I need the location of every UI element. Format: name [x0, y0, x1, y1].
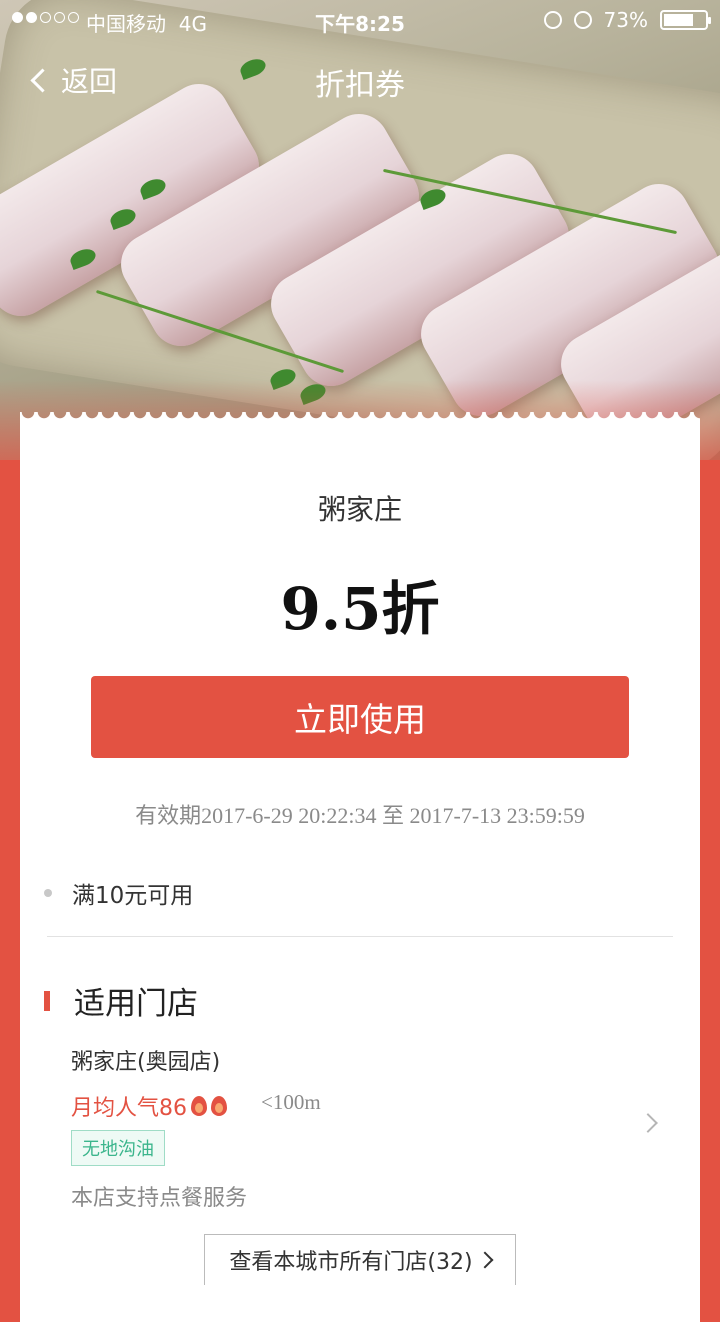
divider — [47, 936, 673, 937]
view-all-label: 查看本城市所有门店(32) — [229, 1250, 473, 1275]
coupon-card: 粥家庄 9.5折 立即使用 有效期2017-6-29 20:22:34 至 20… — [20, 412, 700, 1322]
discount-value: 9.5折 — [280, 575, 440, 643]
shop-name: 粥家庄 — [317, 493, 402, 526]
store-popularity: 月均人气86 — [71, 1090, 227, 1122]
flame-icon — [211, 1096, 227, 1116]
store-service: 本店支持点餐服务 — [71, 1186, 248, 1211]
flame-icon — [191, 1096, 207, 1116]
store-item[interactable]: 粥家庄(奥园店) 月均人气86 <100m 无地沟油 本店支持点餐服务 — [71, 1040, 681, 1211]
battery-fill — [664, 14, 694, 26]
chevron-right-icon — [476, 1251, 494, 1269]
section-title: 适用门店 — [44, 978, 198, 1023]
battery-icon — [660, 10, 711, 30]
rotation-lock-icon — [543, 11, 562, 29]
store-name: 粥家庄(奥园店) — [71, 1050, 221, 1075]
page-title: 折扣券 — [315, 68, 405, 103]
chevron-right-icon — [638, 1113, 658, 1133]
status-bar: 中国移动 4G 下午8:25 73% — [0, 0, 720, 40]
store-distance: <100m — [261, 1090, 321, 1114]
section-title-text: 适用门店 — [74, 986, 198, 1022]
bullet-icon — [44, 889, 52, 897]
alarm-icon — [573, 11, 592, 29]
use-now-button[interactable]: 立即使用 — [91, 676, 629, 758]
view-all-stores-button[interactable]: 查看本城市所有门店(32) — [204, 1234, 516, 1285]
condition-text: 满10元可用 — [72, 883, 194, 909]
battery-percent: 73% — [603, 8, 648, 32]
popularity-text: 月均人气86 — [71, 1096, 187, 1121]
section-accent-bar — [44, 990, 50, 1011]
validity-period: 有效期2017-6-29 20:22:34 至 2017-7-13 23:59:… — [135, 803, 585, 828]
scalloped-edge — [20, 412, 700, 424]
store-tag: 无地沟油 — [71, 1130, 165, 1166]
usage-condition: 满10元可用 — [44, 876, 193, 910]
